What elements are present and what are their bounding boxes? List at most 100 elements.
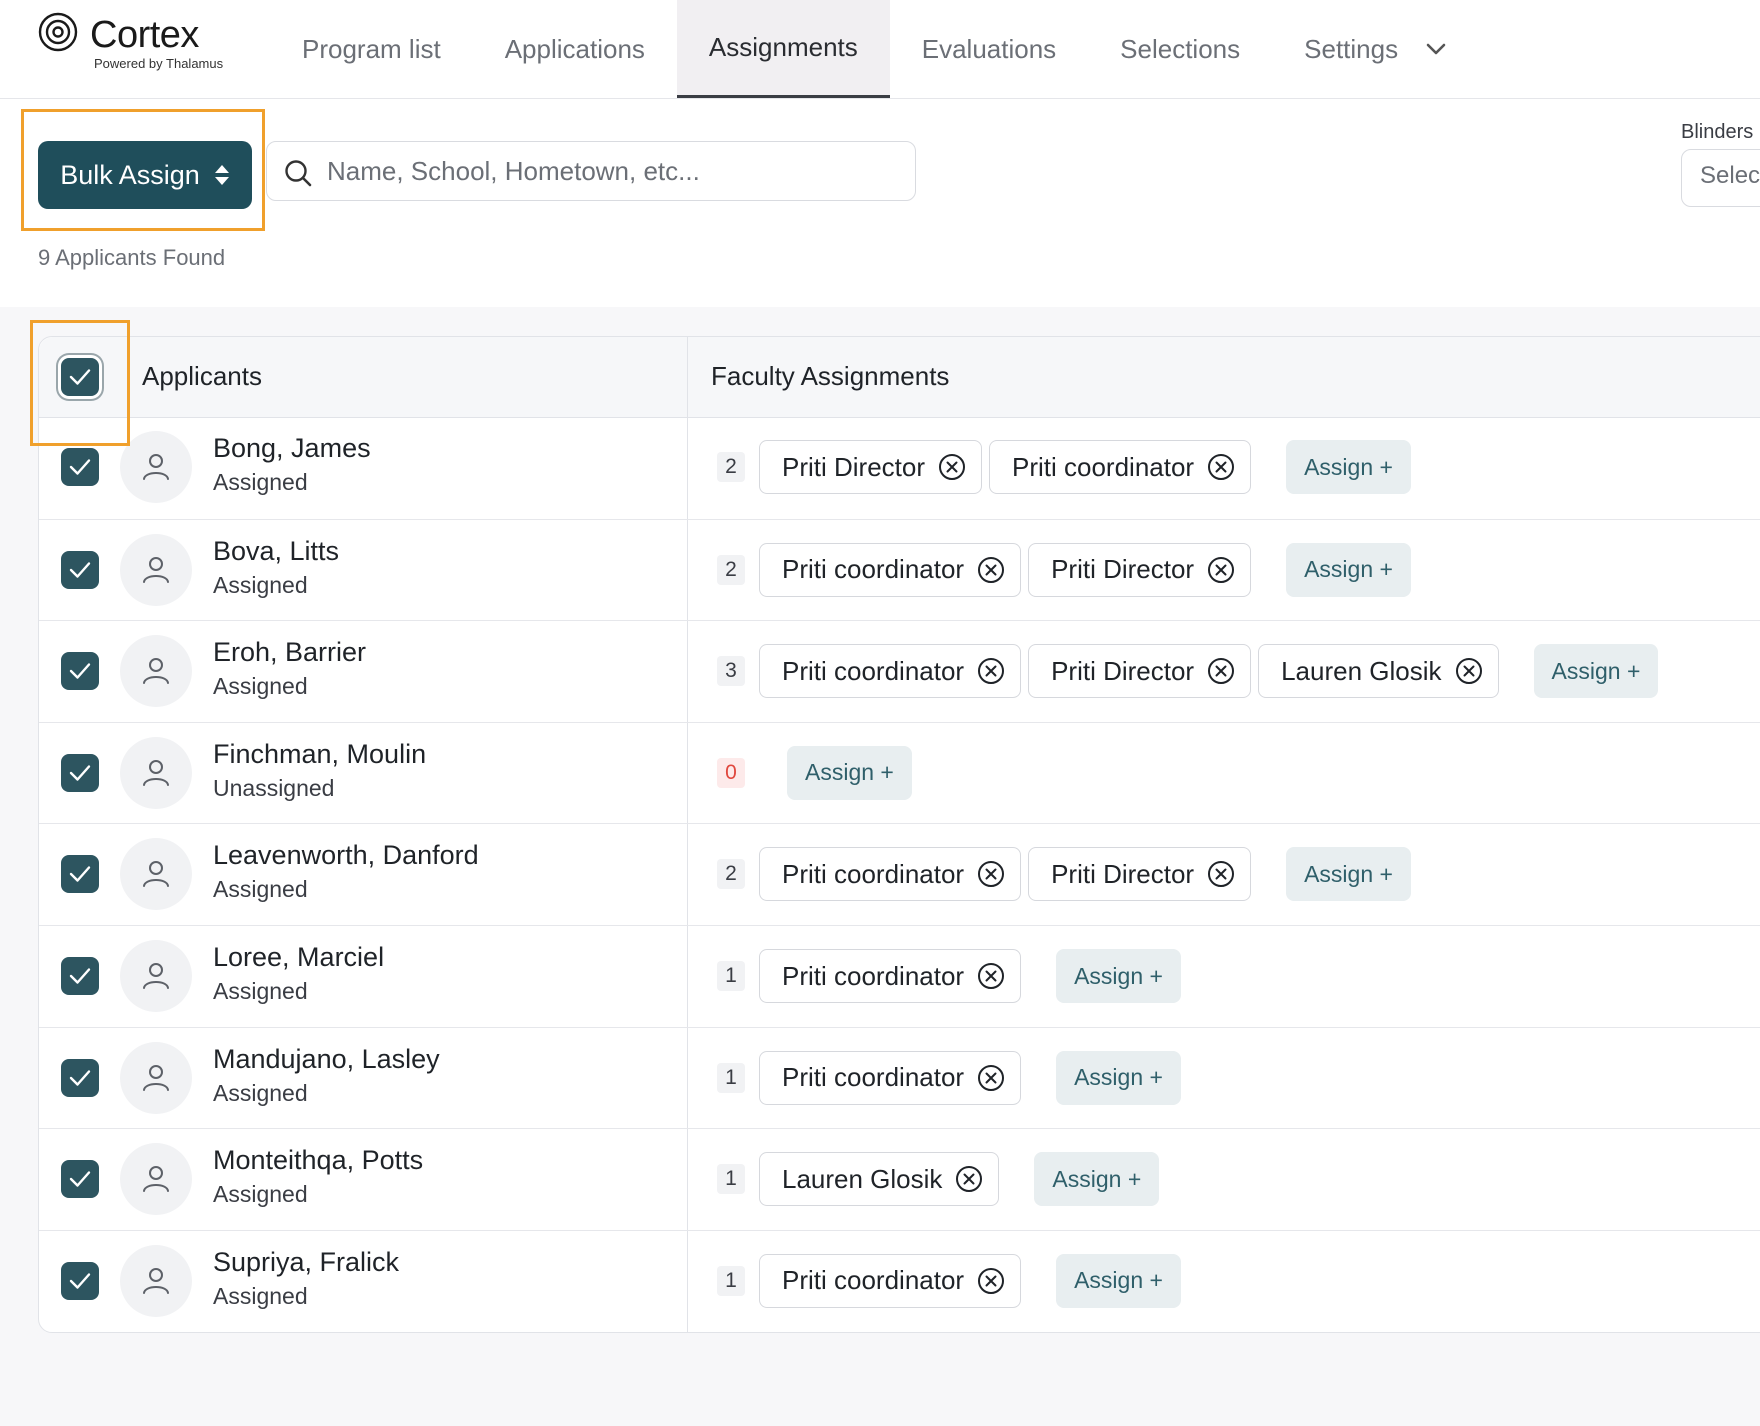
assign-button[interactable]: Assign + xyxy=(1286,847,1411,902)
remove-assignment-icon[interactable] xyxy=(976,1063,1006,1093)
row-checkbox[interactable] xyxy=(61,957,99,995)
tab-applications[interactable]: Applications xyxy=(473,0,677,98)
user-icon xyxy=(143,1064,169,1091)
tab-evaluations[interactable]: Evaluations xyxy=(890,0,1088,98)
faculty-assignments: 2 Priti Director Priti coordinator Assign + xyxy=(717,439,1411,495)
brand-name: Cortex xyxy=(90,14,199,56)
assignments-toolbar: Bulk Assign 9 Applicants Found Blinders … xyxy=(0,99,1760,307)
applicant-name[interactable]: Eroh, Barrier xyxy=(213,637,366,668)
applicant-name[interactable]: Monteithqa, Potts xyxy=(213,1145,423,1176)
assignment-status: Assigned xyxy=(213,1282,308,1309)
applicant-name[interactable]: Loree, Marciel xyxy=(213,942,384,973)
applicant-name[interactable]: Finchman, Moulin xyxy=(213,739,426,770)
blinders-label: Blinders xyxy=(1681,121,1754,143)
bulk-assign-button[interactable]: Bulk Assign xyxy=(38,141,252,209)
assign-button[interactable]: Assign + xyxy=(1056,949,1181,1003)
table-row: Bova, Litts Assigned 2 Priti coordinator Pri… xyxy=(39,518,1760,621)
search-icon xyxy=(285,160,312,187)
remove-assignment-icon[interactable] xyxy=(976,656,1006,686)
checkmark-icon xyxy=(69,1171,91,1187)
brand-tagline: Powered by Thalamus xyxy=(94,56,224,71)
faculty-assignment-chip: Priti coordinator xyxy=(989,440,1252,494)
row-checkbox[interactable] xyxy=(61,1160,99,1199)
remove-assignment-icon[interactable] xyxy=(976,859,1006,889)
faculty-assignment-chip: Priti coordinator xyxy=(759,1253,1022,1308)
table-row: Mandujano, Lasley Assigned 1 Priti coordina… xyxy=(39,1026,1760,1129)
assignment-count-badge: 2 xyxy=(717,859,745,890)
avatar xyxy=(120,431,192,503)
assignment-status: Assigned xyxy=(213,571,308,598)
remove-assignment-icon[interactable] xyxy=(1206,452,1236,482)
faculty-assignments: 0 Assign + xyxy=(717,745,912,801)
avatar xyxy=(120,635,192,708)
checkmark-icon xyxy=(69,1273,91,1289)
assignment-status: Assigned xyxy=(213,978,308,1004)
main-tabs: Program list Applications Assignments Ev… xyxy=(270,0,1480,98)
assignment-count-badge: 1 xyxy=(717,1164,745,1195)
faculty-assignments: 1 Priti coordinator Assign + xyxy=(717,1050,1181,1106)
assignment-count-badge: 2 xyxy=(717,554,745,585)
assignment-status: Assigned xyxy=(213,1079,308,1106)
faculty-assignments: 2 Priti coordinator Priti Director Assign + xyxy=(717,542,1411,598)
assign-button[interactable]: Assign + xyxy=(1286,542,1411,597)
avatar xyxy=(120,533,192,606)
chevron-down-icon xyxy=(1426,43,1446,55)
faculty-assignments-column-header: Faculty Assignments xyxy=(711,361,950,391)
assign-button[interactable]: Assign + xyxy=(1034,1152,1160,1207)
checkmark-icon xyxy=(69,866,91,883)
row-checkbox[interactable] xyxy=(61,855,99,894)
user-icon xyxy=(143,861,169,888)
faculty-name: Lauren Glosik xyxy=(782,1163,943,1194)
row-checkbox[interactable] xyxy=(61,550,99,589)
applicant-name[interactable]: Bong, James xyxy=(213,433,371,464)
faculty-assignment-chip: Priti Director xyxy=(1028,847,1252,902)
search-input[interactable] xyxy=(325,142,899,200)
remove-assignment-icon[interactable] xyxy=(976,555,1006,585)
applicant-name[interactable]: Mandujano, Lasley xyxy=(213,1044,440,1075)
applicant-name[interactable]: Supriya, Fralick xyxy=(213,1247,399,1278)
remove-assignment-icon[interactable] xyxy=(1206,656,1236,686)
assign-button[interactable]: Assign + xyxy=(1056,1050,1181,1105)
checkmark-icon xyxy=(69,765,91,781)
remove-assignment-icon[interactable] xyxy=(937,452,967,482)
remove-assignment-icon[interactable] xyxy=(954,1164,984,1194)
avatar xyxy=(120,736,192,809)
tab-program-list[interactable]: Program list xyxy=(270,0,473,98)
row-checkbox[interactable] xyxy=(61,1058,99,1097)
user-icon xyxy=(143,1267,169,1294)
assign-button[interactable]: Assign + xyxy=(1056,1253,1181,1308)
assign-button[interactable]: Assign + xyxy=(787,745,912,800)
brand-logo[interactable]: Cortex Powered by Thalamus xyxy=(38,10,238,71)
table-row: Finchman, Moulin Unassigned 0 Assign + xyxy=(39,721,1760,824)
user-icon xyxy=(143,454,169,480)
faculty-name: Priti coordinator xyxy=(782,1265,965,1296)
remove-assignment-icon[interactable] xyxy=(1206,555,1236,585)
assignment-count-badge: 1 xyxy=(717,1265,745,1296)
table-row: Supriya, Fralick Assigned 1 Priti coordinat… xyxy=(39,1229,1760,1332)
row-checkbox[interactable] xyxy=(61,753,99,792)
row-checkbox[interactable] xyxy=(61,448,99,486)
faculty-name: Priti Director xyxy=(1051,554,1195,585)
blinders-select[interactable]: Select xyxy=(1681,149,1760,207)
tab-assignments[interactable]: Assignments xyxy=(676,0,890,98)
faculty-name: Priti coordinator xyxy=(782,960,965,991)
remove-assignment-icon[interactable] xyxy=(1206,859,1236,889)
faculty-assignment-chip: Priti Director xyxy=(1028,644,1252,699)
assign-button[interactable]: Assign + xyxy=(1286,440,1411,494)
remove-assignment-icon[interactable] xyxy=(976,1266,1006,1296)
assignment-status: Unassigned xyxy=(213,774,335,801)
tab-settings[interactable]: Settings xyxy=(1272,0,1480,98)
applicant-name[interactable]: Bova, Litts xyxy=(213,536,339,567)
faculty-name: Priti coordinator xyxy=(782,858,965,889)
row-checkbox[interactable] xyxy=(61,1261,99,1300)
remove-assignment-icon[interactable] xyxy=(1454,656,1484,686)
applicant-name[interactable]: Leavenworth, Danford xyxy=(213,840,479,871)
assign-button[interactable]: Assign + xyxy=(1533,644,1659,699)
remove-assignment-icon[interactable] xyxy=(976,961,1006,991)
tab-selections[interactable]: Selections xyxy=(1088,0,1272,98)
faculty-name: Priti coordinator xyxy=(782,1062,965,1093)
faculty-assignments: 1 Priti coordinator Assign + xyxy=(717,1253,1181,1309)
faculty-assignments: 1 Lauren Glosik Assign + xyxy=(717,1151,1160,1207)
row-checkbox[interactable] xyxy=(61,652,99,691)
user-icon xyxy=(143,963,169,989)
